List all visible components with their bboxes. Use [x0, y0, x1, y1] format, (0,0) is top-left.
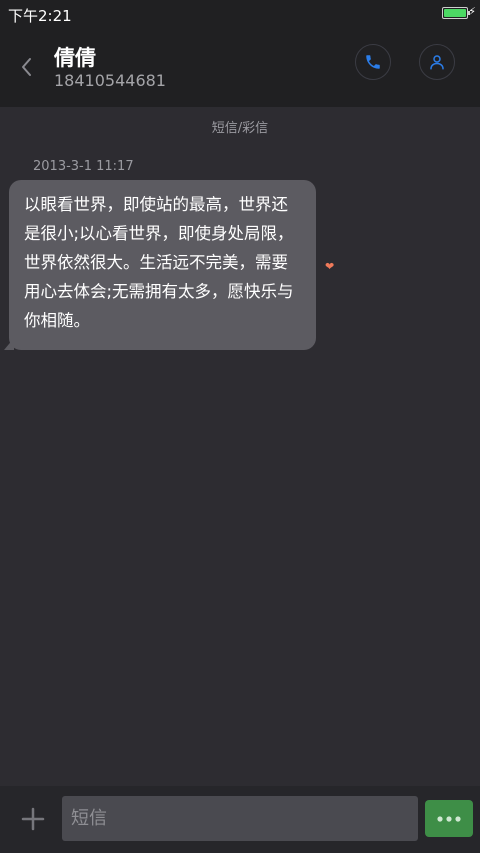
- plus-icon: [21, 807, 45, 831]
- contact-details-button[interactable]: [419, 44, 455, 80]
- add-attachment-button[interactable]: [20, 806, 46, 832]
- message-type-label: 短信/彩信: [211, 121, 269, 136]
- back-arrow-icon: [22, 58, 31, 76]
- status-bar: 下午2:21 ⚡: [0, 0, 480, 28]
- person-icon: [430, 55, 444, 70]
- heart-icon[interactable]: ❤: [325, 260, 334, 273]
- phone-icon: [366, 55, 380, 69]
- battery-level: [444, 9, 466, 17]
- composer-bar: [0, 786, 480, 853]
- message-bubble[interactable]: 以眼看世界，即使站的最高，世界还是很小;以心看世界，即使身处局限，世界依然很大。…: [9, 180, 316, 350]
- battery-icon: [442, 7, 470, 19]
- message-text: 以眼看世界，即使站的最高，世界还是很小;以心看世界，即使身处局限，世界依然很大。…: [24, 195, 294, 330]
- charging-icon: ⚡: [468, 5, 476, 18]
- conversation-header: 倩倩 18410544681: [0, 28, 480, 107]
- contact-name: 倩倩: [54, 46, 96, 70]
- contact-phone-number: 18410544681: [54, 71, 166, 90]
- more-dots-icon: [437, 815, 461, 822]
- message-timestamp: 2013-3-1 11:17: [33, 159, 134, 174]
- call-button[interactable]: [355, 44, 391, 80]
- back-button[interactable]: [16, 52, 38, 82]
- message-input[interactable]: [62, 796, 418, 841]
- status-time: 下午2:21: [8, 7, 72, 25]
- send-button[interactable]: [425, 800, 473, 837]
